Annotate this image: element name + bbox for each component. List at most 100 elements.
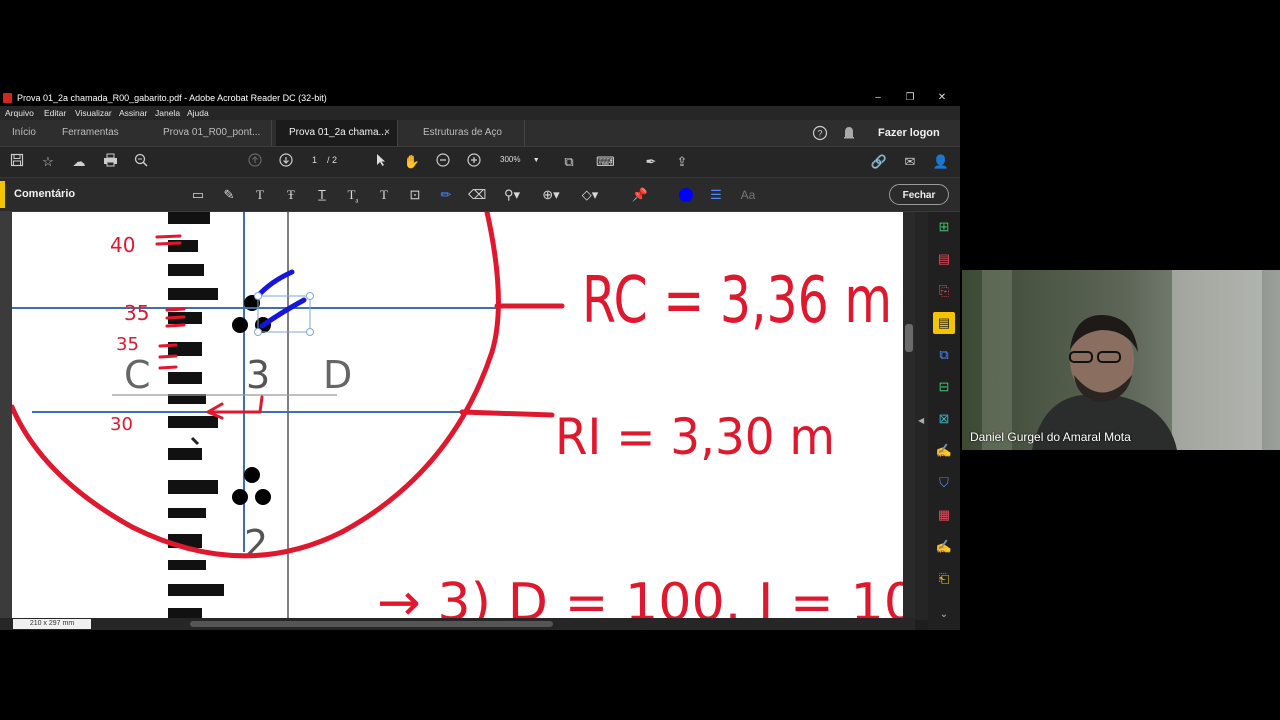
pencil-icon[interactable]: ✏	[437, 186, 455, 204]
page-view-icon[interactable]: ⧉	[560, 153, 578, 171]
menu-editar[interactable]: Editar	[44, 106, 66, 120]
panel-scroll-down-icon[interactable]: ⌄	[933, 604, 955, 626]
star-icon[interactable]: ☆	[39, 153, 57, 171]
menu-visualizar[interactable]: Visualizar	[75, 106, 112, 120]
replace-text-icon[interactable]: T̲	[313, 186, 331, 204]
underline-text-icon[interactable]: T	[251, 186, 269, 204]
stadia-formula-partial: → 3) D = 100. I = 10	[377, 573, 903, 618]
rod-label-c: C	[124, 353, 151, 397]
zoom-out-icon[interactable]	[434, 153, 452, 171]
vertical-scrollbar[interactable]	[903, 212, 915, 618]
strikethrough-icon[interactable]: Ŧ	[282, 186, 300, 204]
organize-pages-icon[interactable]: ▤	[933, 248, 955, 270]
tab-document-1-label: Prova 01_R00_pont...	[163, 127, 261, 138]
combine-files-icon[interactable]: ⧉	[933, 344, 955, 366]
more-tools-icon[interactable]: ⎗	[933, 568, 955, 590]
selected-pen-annotation[interactable]	[254, 269, 314, 336]
scan-ocr-icon[interactable]: ⊠	[933, 408, 955, 430]
link-icon[interactable]: 🔗	[870, 153, 888, 171]
text-properties-icon[interactable]: Aa	[737, 186, 759, 204]
document-viewport[interactable]: C 3 D 2 40 35 35 30 RC = 3,36 m RI = 3,3…	[0, 212, 915, 620]
rod-label-d: D	[323, 353, 352, 397]
add-text-icon[interactable]: T	[375, 186, 393, 204]
comment-tool-icon[interactable]: ▤	[933, 312, 955, 334]
attach-icon[interactable]: ⊕▾	[539, 186, 563, 204]
pin-icon[interactable]: 📌	[631, 186, 649, 204]
edit-pdf-icon[interactable]: ⊟	[933, 376, 955, 398]
menu-ajuda[interactable]: Ajuda	[187, 106, 209, 120]
page-up-icon[interactable]	[246, 153, 264, 171]
comment-accent-bar	[0, 181, 5, 208]
redact-icon[interactable]: ▦	[933, 504, 955, 526]
sign-icon[interactable]: ✒	[642, 153, 660, 171]
page-size: 210 x 297 mm	[13, 619, 91, 629]
zoom-in-icon[interactable]	[465, 153, 483, 171]
tab-tools[interactable]: Ferramentas	[62, 120, 119, 146]
tab-document-1[interactable]: Prova 01_R00_pont...	[150, 120, 272, 146]
zoom-select[interactable]: 300% ▼	[500, 155, 540, 164]
tab-home[interactable]: Início	[12, 120, 36, 146]
search-icon[interactable]	[132, 153, 150, 171]
bell-icon[interactable]	[842, 120, 858, 146]
save-icon[interactable]	[8, 153, 26, 171]
pdf-page[interactable]: C 3 D 2 40 35 35 30 RC = 3,36 m RI = 3,3…	[12, 212, 903, 618]
page-content: C 3 D 2 40 35 35 30 RC = 3,36 m RI = 3,3…	[12, 212, 903, 618]
select-icon[interactable]	[372, 153, 390, 171]
menu-arquivo[interactable]: Arquivo	[5, 106, 34, 120]
horizontal-scroll-thumb[interactable]	[190, 621, 553, 627]
mail-icon[interactable]: ✉	[901, 153, 919, 171]
keyboard-icon[interactable]: ⌨	[596, 153, 615, 171]
line-thickness-icon[interactable]: ☰	[707, 186, 725, 204]
create-pdf-icon[interactable]: ⊞	[933, 216, 955, 238]
staff-mark-35b: 35	[116, 334, 139, 355]
minimize-button[interactable]: –	[863, 90, 893, 106]
acrobat-window: Prova 01_2a chamada_R00_gabarito.pdf - A…	[0, 90, 960, 630]
print-icon[interactable]	[101, 153, 119, 171]
page-indicator[interactable]: 1 / 2	[312, 155, 337, 165]
ri-reading: RI = 3,30 m	[555, 408, 835, 466]
upload-icon[interactable]: ☁	[70, 153, 88, 171]
right-panel-toggle[interactable]: ◀	[915, 212, 928, 620]
hand-icon[interactable]: ✋	[403, 153, 421, 171]
participant-name: Daniel Gurgel do Amaral Mota	[970, 430, 1131, 444]
menu-assinar[interactable]: Assinar	[119, 106, 147, 120]
page-down-icon[interactable]	[277, 153, 295, 171]
main-toolbar: ☆ ☁ 1 / 2 ✋ 300% ▼ ⧉ ⌨ ✒ ⇪ 🔗 ✉ 👤	[0, 147, 960, 178]
color-picker[interactable]	[677, 186, 695, 204]
signature-icon[interactable]: ✍	[933, 536, 955, 558]
vertical-scroll-thumb[interactable]	[905, 324, 913, 352]
svg-text:?: ?	[817, 129, 822, 139]
zoom-value: 300%	[500, 155, 521, 164]
export-pdf-icon[interactable]: ⎘	[933, 280, 955, 302]
insert-text-icon[interactable]: Ta	[344, 186, 362, 205]
screen: Prova 01_2a chamada_R00_gabarito.pdf - A…	[0, 0, 1280, 720]
tab-document-3[interactable]: Estruturas de Aço	[410, 120, 525, 146]
stamp-icon[interactable]: ⚲▾	[500, 186, 524, 204]
highlight-icon[interactable]: ✎	[220, 186, 238, 204]
tab-document-2[interactable]: Prova 01_2a chama... ×	[276, 120, 398, 146]
window-title: Prova 01_2a chamada_R00_gabarito.pdf - A…	[17, 93, 327, 103]
right-tool-panel: ⊞ ▤ ⎘ ▤ ⧉ ⊟ ⊠ ✍ ⛉ ▦ ✍ ⎗ ⌄	[928, 212, 960, 630]
login-link[interactable]: Fazer logon	[878, 120, 940, 146]
page-current[interactable]: 1	[312, 155, 317, 165]
close-window-button[interactable]: ✕	[927, 90, 957, 106]
sticky-note-icon[interactable]: ▭	[189, 186, 207, 204]
rc-reading: RC = 3,36 m	[582, 264, 892, 338]
close-comment-button[interactable]: Fechar	[889, 184, 949, 205]
tab-document-3-label: Estruturas de Aço	[423, 127, 502, 138]
status-bar: 210 x 297 mm	[0, 618, 915, 630]
fill-sign-icon[interactable]: ✍	[933, 440, 955, 462]
staff-mark-30: 30	[110, 414, 133, 435]
help-icon[interactable]: ?	[812, 120, 830, 146]
restore-button[interactable]: ❐	[895, 90, 925, 106]
person-add-icon[interactable]: 👤	[932, 153, 950, 171]
text-box-icon[interactable]: ⊡	[406, 186, 424, 204]
rod-label-3: 3	[246, 353, 270, 397]
tab-close-icon[interactable]: ×	[384, 120, 390, 146]
pdf-icon	[3, 93, 12, 103]
protect-icon[interactable]: ⛉	[933, 472, 955, 494]
share-icon[interactable]: ⇪	[673, 153, 691, 171]
shapes-icon[interactable]: ◇▾	[578, 186, 602, 204]
menu-janela[interactable]: Janela	[155, 106, 180, 120]
eraser-icon[interactable]: ⌫	[468, 186, 486, 204]
